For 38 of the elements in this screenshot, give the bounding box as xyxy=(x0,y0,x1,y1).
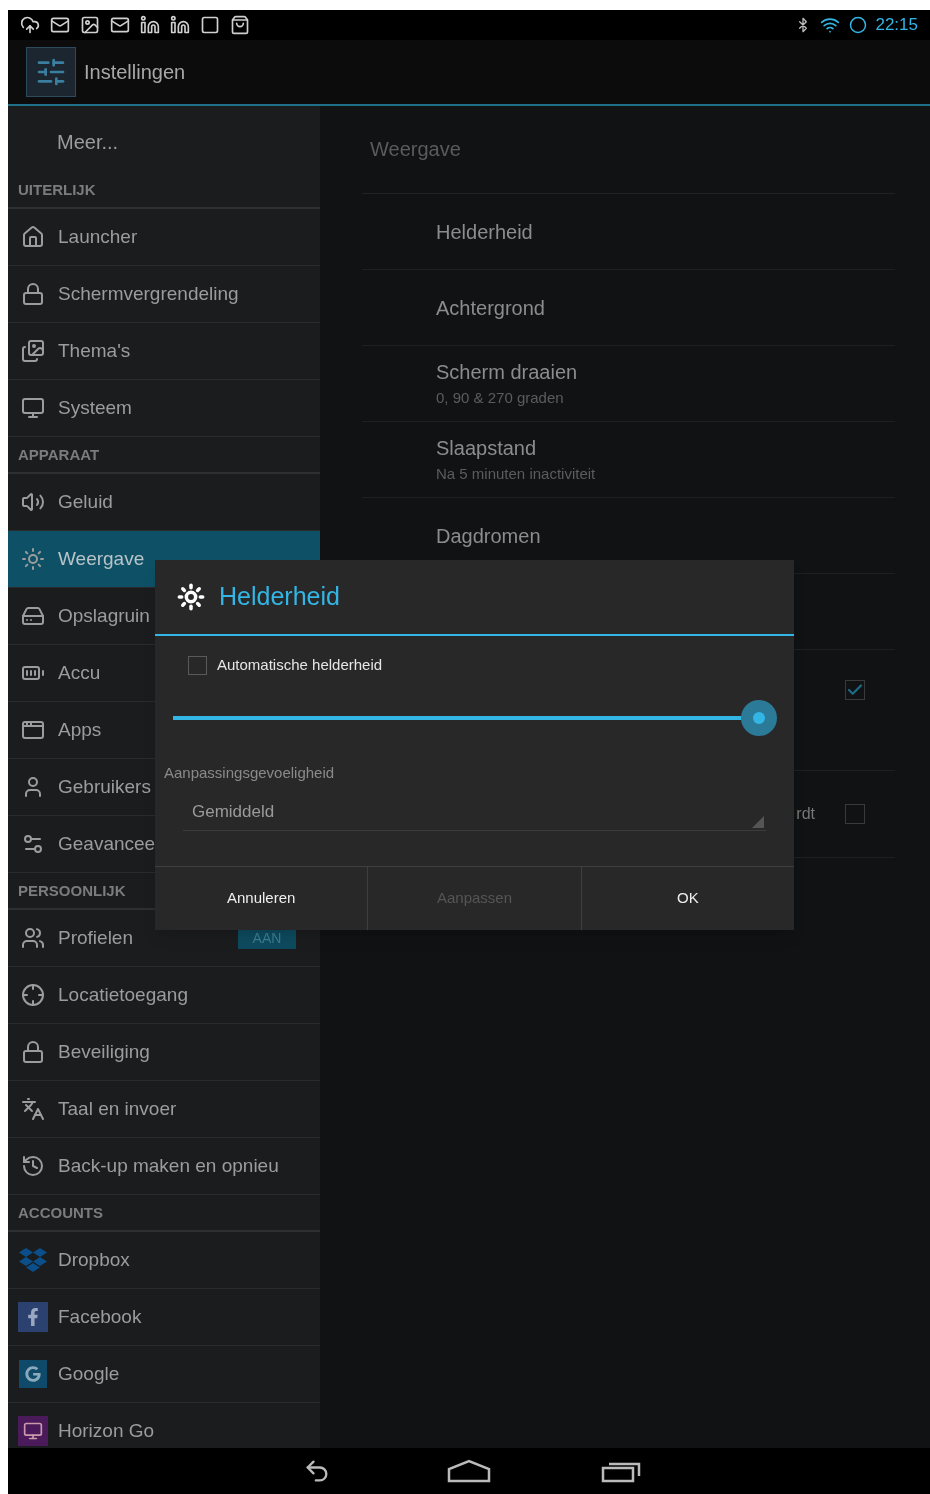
sidebar-label: Gebruikers xyxy=(58,774,151,799)
sidebar-label: Thema's xyxy=(58,338,131,363)
section-header: PERSOONLIJK xyxy=(18,880,126,901)
section-header: UITERLIJK xyxy=(18,179,96,200)
sensitivity-label: Aanpassingsgevoeligheid xyxy=(164,763,336,783)
sidebar-label: Geluid xyxy=(58,489,113,514)
sidebar-label: Beveiliging xyxy=(58,1039,150,1064)
row-title: rdt xyxy=(796,804,815,824)
sidebar-label: Launcher xyxy=(58,224,138,249)
row-title: Helderheid xyxy=(436,219,534,245)
sidebar-label: Horizon Go xyxy=(58,1418,155,1443)
sidebar-label: Dropbox xyxy=(58,1247,130,1272)
sidebar-label: Schermvergrendeling xyxy=(58,281,239,306)
sidebar-label: Locatietoegang xyxy=(58,982,188,1007)
sidebar-label: Profielen xyxy=(58,925,133,950)
row-subtitle: Na 5 minuten inactiviteit xyxy=(436,464,597,485)
sidebar-label: Back-up maken en opnieu xyxy=(58,1153,279,1178)
row-title: Slaapstand xyxy=(436,436,538,462)
checkbox-label: Automatische helderheid xyxy=(217,654,383,675)
section-header: APPARAAT xyxy=(18,444,100,465)
sidebar-label: Systeem xyxy=(58,395,132,420)
sidebar-label: Facebook xyxy=(58,1304,142,1329)
row-title: Achtergrond xyxy=(436,295,546,321)
sidebar-label: Geavancee xyxy=(58,831,156,856)
row-title: Dagdromen xyxy=(436,523,542,549)
section-header: ACCOUNTS xyxy=(18,1202,103,1223)
sidebar-label: Opslagruin xyxy=(58,603,150,628)
detail-header: Weergave xyxy=(370,138,461,160)
app-title: Instellingen xyxy=(84,60,186,85)
status-time: 22:15 xyxy=(875,14,918,37)
sidebar-label: Apps xyxy=(58,717,102,742)
sidebar-label: Accu xyxy=(58,660,101,685)
sidebar-label: Taal en invoer xyxy=(58,1096,177,1121)
sidebar-label: Google xyxy=(58,1361,120,1386)
sidebar-label: Weergave xyxy=(58,546,145,571)
row-subtitle: 0, 90 & 270 graden xyxy=(436,388,565,409)
sidebar-label: Meer... xyxy=(57,130,119,155)
row-title: Scherm draaien xyxy=(436,360,579,386)
